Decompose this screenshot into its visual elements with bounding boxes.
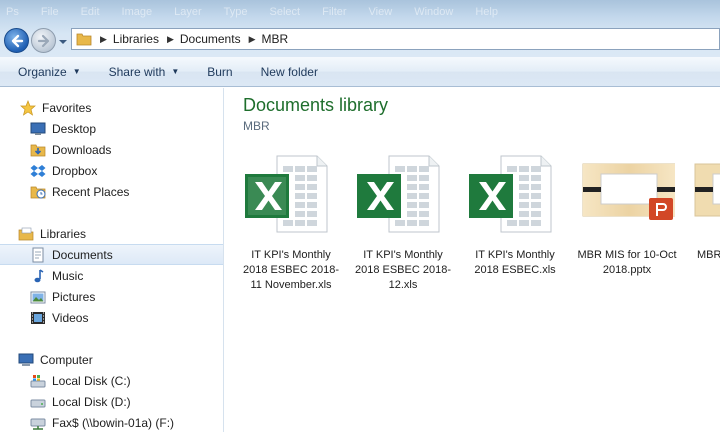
sidebar-item-videos[interactable]: Videos xyxy=(0,307,223,328)
drive-icon xyxy=(30,399,46,407)
share-with-button[interactable]: Share with ▼ xyxy=(101,60,188,84)
pictures-icon xyxy=(30,291,46,303)
sidebar-item-label: Local Disk (C:) xyxy=(52,373,131,388)
file-name: IT KPI's Monthly 2018 ESBEC.xls xyxy=(474,249,556,276)
sidebar-item-favorites[interactable]: Favorites xyxy=(0,97,223,118)
ghost-menu-item: Filter xyxy=(322,6,347,18)
navigation-pane: Favorites Desktop Downloads Dropbox Rece… xyxy=(0,88,224,432)
file-name: IT KPI's Monthly 2018 ESBEC 2018-11 Nove… xyxy=(242,249,339,291)
new-folder-button[interactable]: New folder xyxy=(253,60,326,84)
sidebar-item-label: Recent Places xyxy=(52,184,130,199)
dropbox-icon xyxy=(30,164,46,177)
sidebar-item-local-disk-d[interactable]: Local Disk (D:) xyxy=(0,391,223,412)
burn-button[interactable]: Burn xyxy=(199,60,240,84)
share-with-label: Share with xyxy=(108,64,166,79)
forward-button[interactable] xyxy=(31,28,56,53)
documents-icon xyxy=(32,247,44,262)
libraries-icon xyxy=(18,227,34,240)
breadcrumb-documents[interactable]: Documents xyxy=(180,32,241,46)
new-folder-label: New folder xyxy=(260,64,318,79)
ghost-menu-item: File xyxy=(40,6,59,18)
sidebar-item-pictures[interactable]: Pictures xyxy=(0,286,223,307)
ghost-menu-item: Window xyxy=(414,6,454,18)
back-arrow-icon xyxy=(11,34,24,48)
back-button[interactable] xyxy=(4,28,29,53)
file-name: IT KPI's Monthly 2018 ESBEC 2018-12.xls xyxy=(354,249,451,291)
network-drive-icon xyxy=(30,418,46,430)
videos-icon xyxy=(31,311,45,324)
folder-icon xyxy=(76,33,92,46)
breadcrumb-separator[interactable]: ▶ xyxy=(167,34,174,45)
desktop-icon xyxy=(30,122,46,135)
sidebar-item-label: Libraries xyxy=(40,226,87,241)
organize-button[interactable]: Organize ▼ xyxy=(10,60,89,84)
sidebar-item-label: Favorites xyxy=(42,100,92,115)
forward-arrow-icon xyxy=(37,34,50,48)
burn-label: Burn xyxy=(207,64,233,79)
ghost-menu-item: Type xyxy=(223,6,248,18)
command-bar: Organize ▼ Share with ▼ Burn New folder xyxy=(0,57,720,87)
breadcrumb-mbr[interactable]: MBR xyxy=(262,32,289,46)
background-app-menu: Ps File Edit Image Layer Type Select Fil… xyxy=(6,6,720,20)
window-top-bar: Ps File Edit Image Layer Type Select Fil… xyxy=(0,0,720,57)
sidebar-item-label: Computer xyxy=(40,352,93,367)
file-name: MBR MIS for 10-Oct 2018.pptx xyxy=(577,249,677,276)
file-name: MBR 11-N xyxy=(697,249,720,261)
recent-pages-button[interactable] xyxy=(58,36,68,46)
music-note-icon xyxy=(34,268,44,282)
ghost-menu-item: Select xyxy=(269,6,301,18)
star-icon xyxy=(20,99,36,116)
excel-file-icon xyxy=(467,154,563,234)
sidebar-item-downloads[interactable]: Downloads xyxy=(0,139,223,160)
chevron-down-icon xyxy=(59,40,67,44)
sidebar-item-fax-drive[interactable]: Fax$ (\\bowin-01a) (F:) xyxy=(0,412,223,432)
ghost-menu-item: View xyxy=(368,6,393,18)
sidebar-item-label: Videos xyxy=(52,310,89,325)
excel-file-icon xyxy=(243,154,339,234)
ghost-menu-item: Layer xyxy=(174,6,202,18)
chevron-down-icon: ▼ xyxy=(72,67,81,76)
file-item[interactable]: IT KPI's Monthly 2018 ESBEC 2018-12.xls xyxy=(351,154,455,293)
file-item[interactable]: MBR MIS for 10-Oct 2018.pptx xyxy=(575,154,679,278)
sidebar-item-dropbox[interactable]: Dropbox xyxy=(0,160,223,181)
chevron-down-icon: ▼ xyxy=(171,67,180,76)
sidebar-item-desktop[interactable]: Desktop xyxy=(0,118,223,139)
ghost-menu-item: Ps xyxy=(6,6,19,18)
sidebar-item-label: Documents xyxy=(52,247,113,262)
breadcrumb-separator[interactable]: ▶ xyxy=(249,34,256,45)
sidebar-item-local-disk-c[interactable]: Local Disk (C:) xyxy=(0,370,223,391)
address-bar[interactable]: ▶ Libraries ▶ Documents ▶ MBR xyxy=(71,28,720,50)
sidebar-item-computer[interactable]: Computer xyxy=(0,349,223,370)
ghost-menu-item: Edit xyxy=(80,6,100,18)
organize-label: Organize xyxy=(18,64,67,79)
sidebar-item-label: Local Disk (D:) xyxy=(52,394,131,409)
file-view: Documents library MBR IT KPI's Monthly 2… xyxy=(225,88,720,432)
sidebar-item-music[interactable]: Music xyxy=(0,265,223,286)
file-item[interactable]: IT KPI's Monthly 2018 ESBEC.xls xyxy=(463,154,567,278)
sidebar-item-label: Downloads xyxy=(52,142,112,157)
sidebar-item-label: Music xyxy=(52,268,84,283)
computer-icon xyxy=(18,353,34,366)
ghost-menu-item: Image xyxy=(121,6,153,18)
file-item[interactable]: MBR 11-N xyxy=(687,154,720,263)
library-subtitle: MBR xyxy=(243,119,270,133)
windows-drive-icon xyxy=(30,374,46,387)
sidebar-item-recent-places[interactable]: Recent Places xyxy=(0,181,223,202)
file-item[interactable]: IT KPI's Monthly 2018 ESBEC 2018-11 Nove… xyxy=(239,154,343,293)
ghost-menu-item: Help xyxy=(475,6,498,18)
powerpoint-file-icon xyxy=(691,154,720,234)
sidebar-item-label: Dropbox xyxy=(52,163,98,178)
recent-places-icon xyxy=(30,186,46,198)
sidebar-item-label: Desktop xyxy=(52,121,97,136)
powerpoint-file-icon xyxy=(579,154,676,234)
downloads-folder-icon xyxy=(30,144,46,156)
sidebar-item-libraries[interactable]: Libraries xyxy=(0,223,223,244)
sidebar-item-documents[interactable]: Documents xyxy=(0,244,223,265)
excel-file-icon xyxy=(355,154,451,234)
sidebar-item-label: Fax$ (\\bowin-01a) (F:) xyxy=(52,415,175,430)
sidebar-item-label: Pictures xyxy=(52,289,96,304)
breadcrumb-separator[interactable]: ▶ xyxy=(100,34,107,45)
library-title: Documents library xyxy=(243,95,389,115)
breadcrumb-libraries[interactable]: Libraries xyxy=(113,32,159,46)
